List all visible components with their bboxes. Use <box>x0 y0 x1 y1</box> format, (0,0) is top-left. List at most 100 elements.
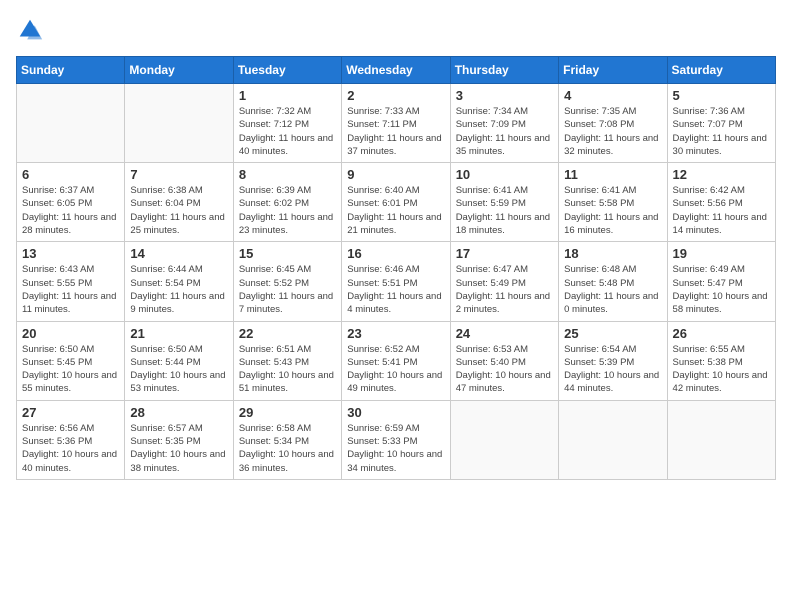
day-detail: Sunrise: 6:41 AM Sunset: 5:59 PM Dayligh… <box>456 184 553 237</box>
day-number: 21 <box>130 326 227 341</box>
calendar-week-row: 20 Sunrise: 6:50 AM Sunset: 5:45 PM Dayli… <box>17 321 776 400</box>
calendar-day-cell: 11 Sunrise: 6:41 AM Sunset: 5:58 PM Dayli… <box>559 163 667 242</box>
day-number: 16 <box>347 246 444 261</box>
calendar-day-cell <box>667 400 775 479</box>
day-detail: Sunrise: 6:58 AM Sunset: 5:34 PM Dayligh… <box>239 422 336 475</box>
day-detail: Sunrise: 6:57 AM Sunset: 5:35 PM Dayligh… <box>130 422 227 475</box>
day-number: 25 <box>564 326 661 341</box>
day-detail: Sunrise: 6:51 AM Sunset: 5:43 PM Dayligh… <box>239 343 336 396</box>
weekday-header-saturday: Saturday <box>667 57 775 84</box>
calendar-day-cell: 26Sunrise: 6:55 AM Sunset: 5:38 PM Dayli… <box>667 321 775 400</box>
calendar-day-cell: 24 Sunrise: 6:53 AM Sunset: 5:40 PM Dayli… <box>450 321 558 400</box>
day-detail: Sunrise: 7:34 AM Sunset: 7:09 PM Dayligh… <box>456 105 553 158</box>
day-detail: Sunrise: 6:50 AM Sunset: 5:44 PM Dayligh… <box>130 343 227 396</box>
day-number: 8 <box>239 167 336 182</box>
day-detail: Sunrise: 7:32 AM Sunset: 7:12 PM Dayligh… <box>239 105 336 158</box>
day-number: 11 <box>564 167 661 182</box>
calendar-day-cell: 6Sunrise: 6:37 AM Sunset: 6:05 PM Daylig… <box>17 163 125 242</box>
calendar-day-cell: 30 Sunrise: 6:59 AM Sunset: 5:33 PM Dayli… <box>342 400 450 479</box>
day-number: 22 <box>239 326 336 341</box>
day-number: 17 <box>456 246 553 261</box>
calendar-day-cell: 22 Sunrise: 6:51 AM Sunset: 5:43 PM Dayli… <box>233 321 341 400</box>
calendar-day-cell: 3 Sunrise: 7:34 AM Sunset: 7:09 PM Daylig… <box>450 84 558 163</box>
day-number: 10 <box>456 167 553 182</box>
day-detail: Sunrise: 6:46 AM Sunset: 5:51 PM Dayligh… <box>347 263 444 316</box>
day-number: 19 <box>673 246 770 261</box>
calendar-day-cell: 19 Sunrise: 6:49 AM Sunset: 5:47 PM Dayli… <box>667 242 775 321</box>
day-number: 5 <box>673 88 770 103</box>
calendar-week-row: 6Sunrise: 6:37 AM Sunset: 6:05 PM Daylig… <box>17 163 776 242</box>
weekday-header-tuesday: Tuesday <box>233 57 341 84</box>
calendar-day-cell <box>125 84 233 163</box>
calendar-day-cell <box>17 84 125 163</box>
day-number: 4 <box>564 88 661 103</box>
day-detail: Sunrise: 6:56 AM Sunset: 5:36 PM Dayligh… <box>22 422 119 475</box>
day-number: 26 <box>673 326 770 341</box>
day-detail: Sunrise: 6:40 AM Sunset: 6:01 PM Dayligh… <box>347 184 444 237</box>
calendar-day-cell: 18 Sunrise: 6:48 AM Sunset: 5:48 PM Dayli… <box>559 242 667 321</box>
weekday-header-thursday: Thursday <box>450 57 558 84</box>
day-number: 28 <box>130 405 227 420</box>
day-number: 29 <box>239 405 336 420</box>
calendar-day-cell <box>559 400 667 479</box>
calendar-day-cell: 10 Sunrise: 6:41 AM Sunset: 5:59 PM Dayli… <box>450 163 558 242</box>
day-number: 14 <box>130 246 227 261</box>
day-number: 13 <box>22 246 119 261</box>
day-number: 2 <box>347 88 444 103</box>
day-detail: Sunrise: 6:53 AM Sunset: 5:40 PM Dayligh… <box>456 343 553 396</box>
day-detail: Sunrise: 6:47 AM Sunset: 5:49 PM Dayligh… <box>456 263 553 316</box>
weekday-header-monday: Monday <box>125 57 233 84</box>
calendar-day-cell: 4Sunrise: 7:35 AM Sunset: 7:08 PM Daylig… <box>559 84 667 163</box>
day-detail: Sunrise: 6:48 AM Sunset: 5:48 PM Dayligh… <box>564 263 661 316</box>
day-number: 3 <box>456 88 553 103</box>
day-detail: Sunrise: 6:44 AM Sunset: 5:54 PM Dayligh… <box>130 263 227 316</box>
day-detail: Sunrise: 6:50 AM Sunset: 5:45 PM Dayligh… <box>22 343 119 396</box>
calendar-day-cell: 15Sunrise: 6:45 AM Sunset: 5:52 PM Dayli… <box>233 242 341 321</box>
day-number: 1 <box>239 88 336 103</box>
day-detail: Sunrise: 6:38 AM Sunset: 6:04 PM Dayligh… <box>130 184 227 237</box>
calendar-table: SundayMondayTuesdayWednesdayThursdayFrid… <box>16 56 776 480</box>
calendar-day-cell: 14 Sunrise: 6:44 AM Sunset: 5:54 PM Dayli… <box>125 242 233 321</box>
day-detail: Sunrise: 6:49 AM Sunset: 5:47 PM Dayligh… <box>673 263 770 316</box>
weekday-header-sunday: Sunday <box>17 57 125 84</box>
calendar-week-row: 13Sunrise: 6:43 AM Sunset: 5:55 PM Dayli… <box>17 242 776 321</box>
weekday-header-wednesday: Wednesday <box>342 57 450 84</box>
day-detail: Sunrise: 7:33 AM Sunset: 7:11 PM Dayligh… <box>347 105 444 158</box>
day-number: 18 <box>564 246 661 261</box>
calendar-day-cell: 28 Sunrise: 6:57 AM Sunset: 5:35 PM Dayli… <box>125 400 233 479</box>
weekday-header-row: SundayMondayTuesdayWednesdayThursdayFrid… <box>17 57 776 84</box>
day-detail: Sunrise: 6:41 AM Sunset: 5:58 PM Dayligh… <box>564 184 661 237</box>
day-detail: Sunrise: 6:59 AM Sunset: 5:33 PM Dayligh… <box>347 422 444 475</box>
calendar-day-cell: 12 Sunrise: 6:42 AM Sunset: 5:56 PM Dayli… <box>667 163 775 242</box>
calendar-day-cell: 13Sunrise: 6:43 AM Sunset: 5:55 PM Dayli… <box>17 242 125 321</box>
calendar-day-cell: 21 Sunrise: 6:50 AM Sunset: 5:44 PM Dayli… <box>125 321 233 400</box>
day-number: 23 <box>347 326 444 341</box>
day-detail: Sunrise: 6:45 AM Sunset: 5:52 PM Dayligh… <box>239 263 336 316</box>
day-number: 12 <box>673 167 770 182</box>
calendar-day-cell: 2 Sunrise: 7:33 AM Sunset: 7:11 PM Daylig… <box>342 84 450 163</box>
calendar-day-cell: 5 Sunrise: 7:36 AM Sunset: 7:07 PM Daylig… <box>667 84 775 163</box>
calendar-day-cell: 9 Sunrise: 6:40 AM Sunset: 6:01 PM Daylig… <box>342 163 450 242</box>
day-number: 24 <box>456 326 553 341</box>
day-detail: Sunrise: 6:42 AM Sunset: 5:56 PM Dayligh… <box>673 184 770 237</box>
calendar-day-cell <box>450 400 558 479</box>
day-number: 7 <box>130 167 227 182</box>
calendar-day-cell: 16 Sunrise: 6:46 AM Sunset: 5:51 PM Dayli… <box>342 242 450 321</box>
calendar-day-cell: 25Sunrise: 6:54 AM Sunset: 5:39 PM Dayli… <box>559 321 667 400</box>
day-detail: Sunrise: 6:37 AM Sunset: 6:05 PM Dayligh… <box>22 184 119 237</box>
calendar-day-cell: 8 Sunrise: 6:39 AM Sunset: 6:02 PM Daylig… <box>233 163 341 242</box>
calendar-day-cell: 17 Sunrise: 6:47 AM Sunset: 5:49 PM Dayli… <box>450 242 558 321</box>
calendar-day-cell: 7 Sunrise: 6:38 AM Sunset: 6:04 PM Daylig… <box>125 163 233 242</box>
day-number: 20 <box>22 326 119 341</box>
day-detail: Sunrise: 7:36 AM Sunset: 7:07 PM Dayligh… <box>673 105 770 158</box>
calendar-day-cell: 1 Sunrise: 7:32 AM Sunset: 7:12 PM Daylig… <box>233 84 341 163</box>
logo <box>16 16 48 44</box>
day-detail: Sunrise: 6:52 AM Sunset: 5:41 PM Dayligh… <box>347 343 444 396</box>
calendar-day-cell: 27 Sunrise: 6:56 AM Sunset: 5:36 PM Dayli… <box>17 400 125 479</box>
day-number: 9 <box>347 167 444 182</box>
day-number: 30 <box>347 405 444 420</box>
calendar-week-row: 27 Sunrise: 6:56 AM Sunset: 5:36 PM Dayli… <box>17 400 776 479</box>
day-detail: Sunrise: 6:39 AM Sunset: 6:02 PM Dayligh… <box>239 184 336 237</box>
day-number: 27 <box>22 405 119 420</box>
calendar-day-cell: 29 Sunrise: 6:58 AM Sunset: 5:34 PM Dayli… <box>233 400 341 479</box>
